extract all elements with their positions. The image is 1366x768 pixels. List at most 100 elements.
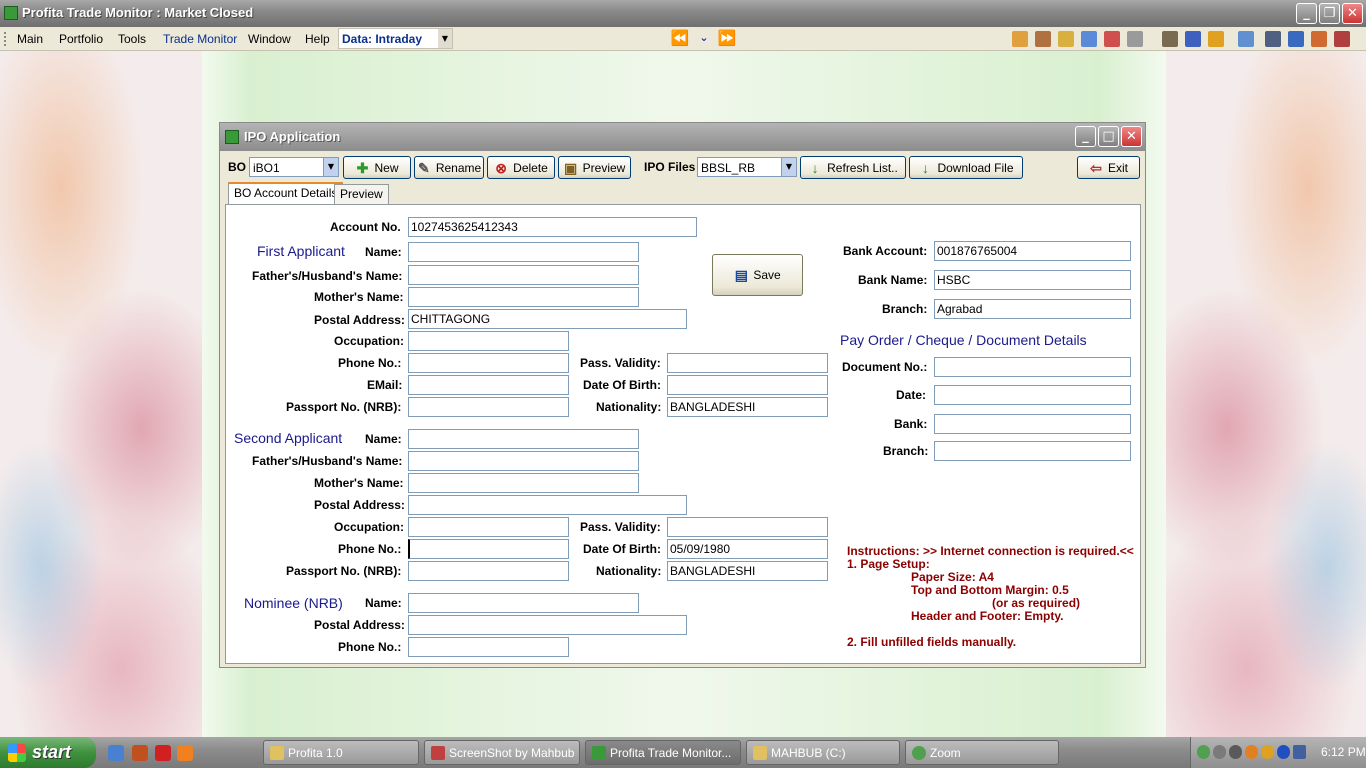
fast-forward-icon[interactable]: ⏩ xyxy=(716,28,738,48)
list-icon[interactable] xyxy=(1104,31,1120,47)
first-mother-field[interactable] xyxy=(408,287,639,307)
new-button[interactable]: ✚ New xyxy=(343,156,411,179)
tools-icon[interactable] xyxy=(1208,31,1224,47)
rewind-icon[interactable]: ⏪ xyxy=(669,28,691,48)
print-icon[interactable] xyxy=(1334,31,1350,47)
zoom-tray-icon[interactable] xyxy=(1197,745,1210,759)
bluetooth-icon[interactable] xyxy=(1277,745,1290,759)
box-icon[interactable] xyxy=(1035,31,1051,47)
vlc-icon[interactable] xyxy=(177,745,193,761)
chevron-down-icon[interactable]: ⌄ xyxy=(693,28,715,48)
po-date-field[interactable] xyxy=(934,385,1131,405)
headphones-icon[interactable] xyxy=(1245,745,1258,759)
chevron-down-icon[interactable]: ▼ xyxy=(781,158,796,176)
first-occupation-field[interactable] xyxy=(408,331,569,351)
power-icon[interactable] xyxy=(1261,745,1274,759)
second-dob-field[interactable]: 05/09/1980 xyxy=(667,539,828,559)
po-branch-field[interactable] xyxy=(934,441,1131,461)
table-icon[interactable] xyxy=(1081,31,1097,47)
instructions-line: 2. Fill unfilled fields manually. xyxy=(847,635,1017,649)
volume-icon[interactable] xyxy=(1229,745,1242,759)
task-drive-c[interactable]: MAHBUB (C:) xyxy=(746,740,900,765)
clock-icon[interactable] xyxy=(1127,31,1143,47)
close-button[interactable]: ✕ xyxy=(1342,3,1363,24)
bank-branch-field[interactable]: Agrabad xyxy=(934,299,1131,319)
task-trade-monitor[interactable]: Profita Trade Monitor... xyxy=(585,740,741,765)
media-icon[interactable] xyxy=(132,745,148,761)
nominee-name-field[interactable] xyxy=(408,593,639,613)
menu-window[interactable]: Window xyxy=(248,32,291,46)
document-icon[interactable] xyxy=(1265,31,1281,47)
second-father-field[interactable] xyxy=(408,451,639,471)
preview-button[interactable]: ▣ Preview xyxy=(558,156,631,179)
ipo-title-bar[interactable]: IPO Application _ □ ✕ xyxy=(220,123,1145,151)
ipo-maximize-button[interactable]: □ xyxy=(1098,126,1119,147)
minimize-button[interactable]: _ xyxy=(1296,3,1317,24)
bo-select[interactable]: iBO1 ▼ xyxy=(249,157,339,177)
mail-icon[interactable] xyxy=(1311,31,1327,47)
second-occupation-field[interactable] xyxy=(408,517,569,537)
monitor-icon[interactable] xyxy=(1238,31,1254,47)
first-phone-field[interactable] xyxy=(408,353,569,373)
task-zoom[interactable]: Zoom xyxy=(905,740,1059,765)
opera-icon[interactable] xyxy=(155,745,171,761)
usb-icon[interactable] xyxy=(1293,745,1306,759)
download-file-button[interactable]: ↓ Download File xyxy=(909,156,1023,179)
nominee-postal-label: Postal Address: xyxy=(314,618,405,632)
second-passport-field[interactable] xyxy=(408,561,569,581)
bank-account-field[interactable]: 001876765004 xyxy=(934,241,1131,261)
menu-portfolio[interactable]: Portfolio xyxy=(59,32,103,46)
chevron-down-icon[interactable]: ▼ xyxy=(438,29,452,48)
bank-name-field[interactable]: HSBC xyxy=(934,270,1131,290)
notes-icon[interactable] xyxy=(1185,31,1201,47)
menu-main[interactable]: Main xyxy=(17,32,43,46)
second-phone-field[interactable] xyxy=(408,539,569,559)
po-bank-field[interactable] xyxy=(934,414,1131,434)
gear-icon[interactable] xyxy=(1012,31,1028,47)
menu-help[interactable]: Help xyxy=(305,32,330,46)
second-nationality-field[interactable]: BANGLADESHI xyxy=(667,561,828,581)
calculator-icon[interactable] xyxy=(1288,31,1304,47)
first-passport-field[interactable] xyxy=(408,397,569,417)
system-tray: 6:12 PM xyxy=(1190,737,1366,768)
data-mode-select[interactable]: Data: Intraday ▼ xyxy=(338,28,453,49)
first-nationality-field[interactable]: BANGLADESHI xyxy=(667,397,828,417)
first-pass-validity-field[interactable] xyxy=(667,353,828,373)
second-name-field[interactable] xyxy=(408,429,639,449)
start-button[interactable]: start xyxy=(0,737,96,768)
task-profita[interactable]: Profita 1.0 xyxy=(263,740,419,765)
save-button[interactable]: ▤ Save xyxy=(712,254,803,296)
nominee-postal-field[interactable] xyxy=(408,615,687,635)
first-name-field[interactable] xyxy=(408,242,639,262)
menu-trade-monitor[interactable]: Trade Monitor xyxy=(163,32,237,46)
restore-button[interactable]: ❐ xyxy=(1319,3,1340,24)
second-pass-validity-field[interactable] xyxy=(667,517,828,537)
chevron-down-icon[interactable]: ▼ xyxy=(323,158,338,176)
tab-preview[interactable]: Preview xyxy=(334,184,389,204)
document-no-field[interactable] xyxy=(934,357,1131,377)
first-father-field[interactable] xyxy=(408,265,639,285)
refresh-list-button[interactable]: ↓ Refresh List.. xyxy=(800,156,906,179)
nominee-phone-field[interactable] xyxy=(408,637,569,657)
ie-icon[interactable] xyxy=(108,745,124,761)
account-no-field[interactable]: 1027453625412343 xyxy=(408,217,697,237)
tab-bo-account-details[interactable]: BO Account Details xyxy=(228,182,344,204)
ipo-files-select[interactable]: BBSL_RB ▼ xyxy=(697,157,797,177)
first-postal-field[interactable]: CHITTAGONG xyxy=(408,309,687,329)
rename-button[interactable]: ✎ Rename xyxy=(414,156,484,179)
first-nationality-label: Nationality: xyxy=(596,400,662,414)
network-icon[interactable] xyxy=(1213,745,1226,759)
delete-button[interactable]: ⊗ Delete xyxy=(487,156,555,179)
book-icon[interactable] xyxy=(1162,31,1178,47)
first-email-field[interactable] xyxy=(408,375,569,395)
first-dob-field[interactable] xyxy=(667,375,828,395)
chart-icon[interactable] xyxy=(1058,31,1074,47)
second-mother-field[interactable] xyxy=(408,473,639,493)
ipo-close-button[interactable]: ✕ xyxy=(1121,126,1142,147)
ipo-minimize-button[interactable]: _ xyxy=(1075,126,1096,147)
exit-button[interactable]: ⇦ Exit xyxy=(1077,156,1140,179)
windows-flag-icon xyxy=(8,744,26,762)
task-screenshot[interactable]: ScreenShot by Mahbub xyxy=(424,740,580,765)
menu-tools[interactable]: Tools xyxy=(118,32,146,46)
second-postal-field[interactable] xyxy=(408,495,687,515)
